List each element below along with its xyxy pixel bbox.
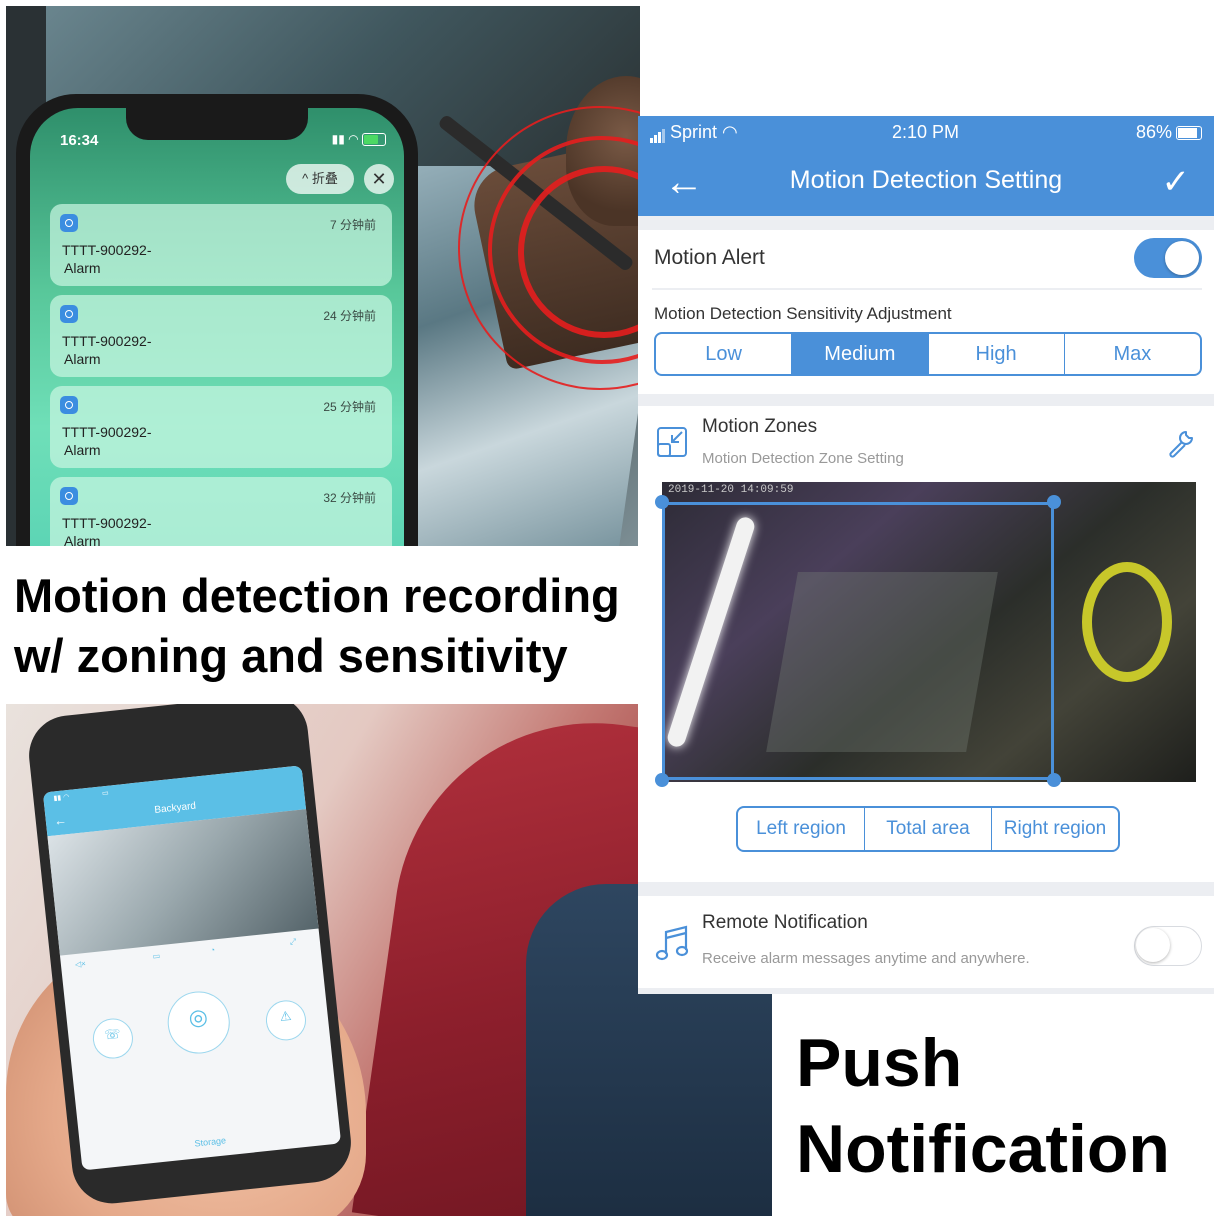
- phone-notch: [126, 108, 308, 140]
- zone-select-icon: [657, 427, 687, 457]
- battery-icon: [362, 133, 386, 147]
- toggle-knob: [1136, 928, 1170, 962]
- siren-icon: ⚠: [278, 1007, 293, 1024]
- wifi-icon: ◠: [348, 132, 359, 146]
- zone-handle-bottom-right[interactable]: [1047, 773, 1061, 787]
- lockscreen-time: 16:34: [60, 132, 99, 149]
- battery-percent: 86%: [1135, 122, 1172, 142]
- divider: [638, 988, 1214, 994]
- promo-photo-lockscreen: 16:34 ▮▮ ◠ ^ 折叠 ✕ 7 分钟前 TTTT-900292- Ala…: [6, 6, 640, 546]
- carrier-name: Sprint: [670, 122, 718, 142]
- toggle-knob: [1165, 241, 1199, 275]
- notification-card[interactable]: 24 分钟前 TTTT-900292- Alarm: [50, 295, 392, 377]
- push-line-2: Notification: [796, 1111, 1170, 1187]
- region-selector: Left region Total area Right region: [736, 806, 1120, 852]
- status-time: 2:10 PM: [892, 122, 960, 142]
- notification-time: 32 分钟前: [323, 491, 376, 505]
- camera-app-icon: [60, 396, 78, 414]
- collapse-button[interactable]: ^ 折叠: [286, 164, 354, 194]
- app-header: Sprint ◠ 2:10 PM 86% ← Motion Detection …: [638, 116, 1214, 216]
- music-note-icon: [655, 925, 689, 961]
- notification-body: Alarm: [64, 260, 101, 276]
- wifi-icon: ◠: [722, 122, 738, 142]
- siren-button[interactable]: ⚠: [264, 998, 308, 1043]
- quality-icon[interactable]: ▭: [152, 951, 160, 961]
- sensitivity-label: Motion Detection Sensitivity Adjustment: [654, 304, 952, 323]
- headline-line-2: w/ zoning and sensitivity: [14, 629, 568, 682]
- status-carrier: Sprint ◠: [650, 122, 738, 143]
- zone-handle-top-left[interactable]: [655, 495, 669, 509]
- region-left-button[interactable]: Left region: [738, 808, 864, 850]
- page-title: Motion Detection Setting: [789, 166, 1063, 194]
- talk-button[interactable]: ☏: [90, 1016, 135, 1061]
- notification-body: Alarm: [64, 442, 101, 458]
- motion-detection-app: Sprint ◠ 2:10 PM 86% ← Motion Detection …: [638, 116, 1214, 994]
- sensitivity-option-medium[interactable]: Medium: [791, 334, 928, 374]
- status-battery: 86%: [1136, 122, 1202, 143]
- lockscreen: 16:34 ▮▮ ◠ ^ 折叠 ✕ 7 分钟前 TTTT-900292- Ala…: [30, 108, 404, 546]
- cam-yellow-hose: [1082, 562, 1172, 682]
- mini-status-bar: ▮▮ ◠ ▭: [53, 789, 110, 803]
- notification-time: 7 分钟前: [329, 218, 376, 232]
- camera-app-icon: [60, 214, 78, 232]
- remote-notification-title: Remote Notification: [702, 912, 868, 933]
- camera-app-icon: [60, 487, 78, 505]
- feature-headline: Motion detection recording w/ zoning and…: [14, 566, 644, 686]
- storage-label[interactable]: Storage: [80, 1123, 340, 1160]
- motion-zones-title: Motion Zones: [702, 416, 818, 437]
- sensitivity-option-high[interactable]: High: [927, 334, 1064, 374]
- battery-icon: [1176, 126, 1202, 141]
- signal-icon: ▮▮: [331, 132, 345, 146]
- divider: [638, 394, 1214, 406]
- push-line-1: Push: [796, 1025, 963, 1101]
- sensitivity-selector: Low Medium High Max: [654, 332, 1202, 376]
- divider: [652, 288, 1202, 290]
- sensitivity-option-low[interactable]: Low: [656, 334, 791, 374]
- wrench-icon[interactable]: [1166, 428, 1196, 458]
- motion-zone-selection[interactable]: [662, 502, 1054, 780]
- phone-icon: ☏: [103, 1025, 122, 1043]
- light-button[interactable]: ◎: [164, 988, 233, 1057]
- handheld-phone: ▮▮ ◠ ▭ ← Backyard ◁× ▭ ◔ ⤢ ☏ ◎ ⚠ Storage: [25, 704, 355, 1208]
- notification-title: TTTT-900292-: [62, 515, 152, 531]
- mute-icon[interactable]: ◁×: [75, 959, 87, 969]
- chevron-up-icon: ^: [302, 171, 309, 186]
- iphone-lockscreen: 16:34 ▮▮ ◠ ^ 折叠 ✕ 7 分钟前 TTTT-900292- Ala…: [16, 94, 418, 546]
- lockscreen-status-icons: ▮▮ ◠: [331, 132, 386, 147]
- notification-card[interactable]: 32 分钟前 TTTT-900292- Alarm: [50, 477, 392, 546]
- zone-handle-bottom-left[interactable]: [655, 773, 669, 787]
- confirm-check-icon[interactable]: ✓: [1162, 162, 1191, 202]
- divider: [638, 216, 1214, 230]
- notification-time: 25 分钟前: [323, 400, 376, 414]
- fullscreen-icon[interactable]: ⤢: [289, 937, 296, 948]
- camera-app-icon: [60, 305, 78, 323]
- motion-zones-subtitle: Motion Detection Zone Setting: [702, 450, 904, 467]
- region-right-button[interactable]: Right region: [991, 808, 1118, 850]
- close-notifications-button[interactable]: ✕: [364, 164, 394, 194]
- camera-timestamp: 2019-11-20 14:09:59: [668, 484, 794, 496]
- notification-body: Alarm: [64, 533, 101, 546]
- region-total-button[interactable]: Total area: [864, 808, 991, 850]
- sensitivity-option-max[interactable]: Max: [1063, 334, 1200, 374]
- push-notification-caption: Push Notification: [796, 1020, 1206, 1192]
- cell-signal-icon: [650, 122, 666, 143]
- notification-title: TTTT-900292-: [62, 333, 152, 349]
- notification-card[interactable]: 25 分钟前 TTTT-900292- Alarm: [50, 386, 392, 468]
- divider: [638, 882, 1214, 896]
- notification-time: 24 分钟前: [323, 309, 376, 323]
- remote-notification-toggle[interactable]: [1134, 926, 1202, 966]
- notification-card[interactable]: 7 分钟前 TTTT-900292- Alarm: [50, 204, 392, 286]
- notification-title: TTTT-900292-: [62, 424, 152, 440]
- bell-icon[interactable]: ◔: [210, 945, 216, 954]
- motion-alert-toggle[interactable]: [1134, 238, 1202, 278]
- headline-line-1: Motion detection recording: [14, 569, 620, 622]
- bulb-icon: ◎: [187, 1003, 210, 1031]
- notification-title: TTTT-900292-: [62, 242, 152, 258]
- zone-handle-top-right[interactable]: [1047, 495, 1061, 509]
- notification-body: Alarm: [64, 351, 101, 367]
- collapse-label: 折叠: [311, 171, 338, 186]
- camera-app-screen: ▮▮ ◠ ▭ ← Backyard ◁× ▭ ◔ ⤢ ☏ ◎ ⚠ Storage: [42, 765, 342, 1171]
- motion-alert-label: Motion Alert: [654, 246, 765, 269]
- remote-notification-subtitle: Receive alarm messages anytime and anywh…: [702, 950, 1030, 967]
